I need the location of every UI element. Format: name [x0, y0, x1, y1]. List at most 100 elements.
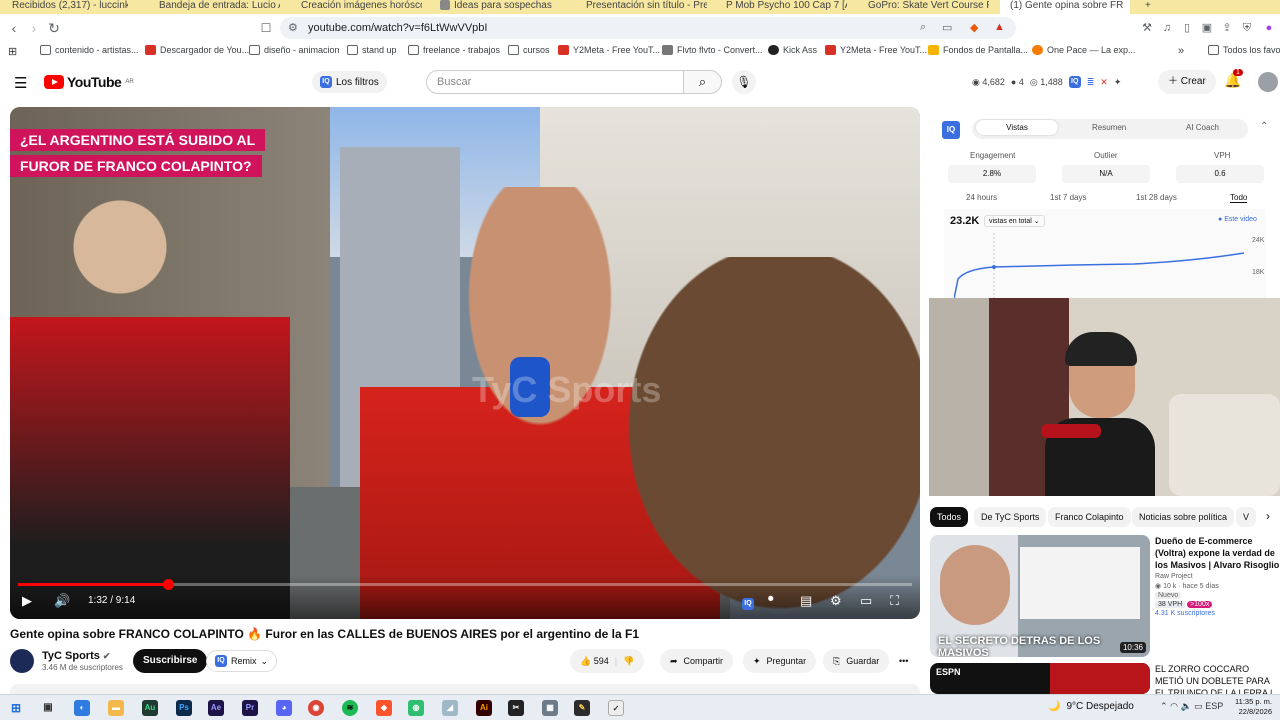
subscribe-button[interactable]: Suscribirse	[133, 649, 208, 673]
browser-tab[interactable]: Creación imágenes horóscopo	[297, 0, 422, 14]
more-bookmarks-icon[interactable]: »	[1178, 45, 1184, 57]
brave-shield-icon[interactable]: ◆	[970, 21, 978, 34]
browser-tab[interactable]: Presentación sin título - Prese	[582, 0, 707, 14]
spotify-icon[interactable]: ≋	[342, 700, 358, 716]
search-input[interactable]: Buscar	[426, 70, 684, 94]
new-tab-button[interactable]: +	[1145, 0, 1165, 14]
photoshop-icon[interactable]: Ps	[176, 700, 192, 716]
range-option-selected[interactable]: Todo	[1230, 193, 1248, 203]
vpn-icon[interactable]: ⛨	[1240, 21, 1254, 35]
recommendation-info[interactable]: EL ZORRO COCCARO METIÓ UN DOBLETE PARA E…	[1155, 663, 1280, 694]
forward-icon[interactable]: ›	[26, 20, 42, 36]
notifications-button[interactable]: 🔔 1	[1224, 69, 1243, 89]
chrome-icon[interactable]: ◉	[308, 700, 324, 716]
views-select[interactable]: vistas en total ⌄	[984, 215, 1045, 227]
autoplay-toggle[interactable]: ⏺	[768, 593, 774, 606]
play-icon[interactable]: ▶	[22, 593, 32, 609]
chevron-down-icon[interactable]: ⌄	[261, 651, 269, 671]
chip-politica[interactable]: Noticias sobre política	[1132, 507, 1235, 527]
browser-tab[interactable]: Bandeja de entrada: Lucio Ac	[155, 0, 280, 14]
video-player[interactable]: TyC Sports ¿EL ARGENTINO ESTÁ SUBIDO AL …	[10, 107, 920, 619]
task-view-icon[interactable]: ▣	[40, 700, 56, 716]
score-icon[interactable]: ✕	[1100, 77, 1108, 88]
zoom-icon[interactable]: ⌕	[920, 21, 926, 34]
collapse-icon[interactable]: ⌃	[1260, 121, 1268, 132]
recommendation-thumbnail[interactable]: ESPN	[930, 663, 1150, 694]
notes-icon[interactable]: ✎	[574, 700, 590, 716]
bookmark-item[interactable]: freelance - trabajos	[408, 45, 500, 55]
file-explorer-icon[interactable]: ▬	[108, 700, 124, 716]
calculator-icon[interactable]: ▦	[542, 700, 558, 716]
youtube-logo[interactable]: YouTube AR	[44, 74, 134, 90]
iq-icon[interactable]: IQ	[1068, 76, 1081, 88]
chip-more[interactable]: V	[1236, 507, 1257, 527]
range-option[interactable]: 1st 7 days	[1050, 193, 1086, 202]
voice-search-button[interactable]: 🎙	[732, 70, 756, 94]
create-button[interactable]: ＋ Crear	[1158, 70, 1216, 94]
bookmark-star-icon[interactable]: ☐	[258, 20, 274, 36]
avatar[interactable]	[1258, 72, 1278, 92]
tab-resumen[interactable]: Resumen	[1092, 123, 1126, 132]
recommendation-thumbnail[interactable]: EL SECRETO DETRAS DE LOS MASIVOS 10:36	[930, 535, 1150, 657]
windows-start-icon[interactable]: ⊞	[8, 700, 24, 716]
iq-icon[interactable]: IQ	[742, 598, 754, 610]
wallet-icon[interactable]: ▣	[1200, 21, 1214, 35]
audition-icon[interactable]: Au	[142, 700, 158, 716]
range-option[interactable]: 1st 28 days	[1136, 193, 1177, 202]
bookmark-item[interactable]: cursos	[508, 45, 550, 55]
media-icon[interactable]: ♫	[1160, 21, 1174, 35]
clock[interactable]: 11:35 p. m. 22/8/2026	[1222, 697, 1272, 717]
bookmark-item[interactable]: contenido - artistas...	[40, 45, 139, 55]
channel-avatar[interactable]	[10, 649, 34, 673]
remix-button[interactable]: IQ Remix ⌄	[206, 650, 278, 672]
bookmark-item[interactable]: Y2Meta - Free YouT...	[558, 45, 660, 55]
weather-app-icon[interactable]: ◐	[74, 700, 90, 716]
cast-icon[interactable]: ▭	[942, 21, 952, 34]
description-box[interactable]	[10, 684, 920, 694]
brave-rewards-icon[interactable]: ▲	[994, 21, 1005, 33]
bookmark-item[interactable]: One Pace — La exp...	[1032, 45, 1136, 55]
app-icon[interactable]: ◢	[442, 700, 458, 716]
tab-ai-coach[interactable]: AI Coach	[1186, 123, 1219, 132]
whatsapp-icon[interactable]: ◍	[408, 700, 424, 716]
share-icon[interactable]: ⇪	[1220, 21, 1234, 35]
bookmark-item[interactable]: Kick Ass	[768, 45, 817, 55]
leo-ai-icon[interactable]: ●	[1262, 21, 1276, 35]
sidebar-icon[interactable]: ▯	[1180, 21, 1194, 35]
reload-icon[interactable]: ↻	[46, 20, 62, 36]
premiere-icon[interactable]: Pr	[242, 700, 258, 716]
illustrator-icon[interactable]: Ai	[476, 700, 492, 716]
bookmark-item[interactable]: diseño - animacion	[249, 45, 340, 55]
recommendation-title[interactable]: EL ZORRO COCCARO METIÓ UN DOBLETE PARA E…	[1155, 663, 1280, 694]
settings-icon[interactable]: ⚙	[830, 593, 842, 609]
volume-icon[interactable]: 🔊	[54, 593, 70, 609]
share-button[interactable]: ➦ Compartir	[660, 649, 734, 673]
dislike-button[interactable]: 👎	[623, 649, 634, 673]
after-effects-icon[interactable]: Ae	[208, 700, 224, 716]
site-info-icon[interactable]: ⚙	[288, 21, 298, 34]
browser-tab[interactable]: Recibidos (2,317) - luccinkma	[8, 0, 128, 14]
progress-bar[interactable]	[18, 579, 912, 590]
more-actions-button[interactable]: •••	[895, 649, 913, 673]
theater-mode-icon[interactable]: ▭	[860, 593, 872, 609]
chip-colapinto[interactable]: Franco Colapinto	[1048, 507, 1131, 527]
tab-vistas[interactable]: Vistas	[976, 120, 1058, 135]
search-button[interactable]: ⌕	[684, 70, 722, 94]
chevron-right-icon[interactable]: ›	[1266, 509, 1270, 523]
recommendation-info[interactable]: Dueño de E-commerce (Voltra) expone la v…	[1155, 535, 1280, 617]
url-text[interactable]: youtube.com/watch?v=f6LtWwVVpbI	[308, 22, 487, 34]
system-tray[interactable]: ⌃ ◠ 🔈 ▭ ESP	[1160, 701, 1223, 712]
save-button[interactable]: ⎘ Guardar	[823, 649, 890, 673]
weather-widget[interactable]: 🌙 9°C Despejado	[1048, 701, 1134, 712]
browser-tab[interactable]: Ideas para sospechas	[440, 0, 565, 14]
bookmark-item[interactable]: stand up	[347, 45, 397, 55]
filters-button[interactable]: IQ Los filtros	[312, 71, 387, 93]
brave-icon[interactable]: ◆	[376, 700, 392, 716]
bookmark-item[interactable]: Flvto flvto - Convert...	[662, 45, 763, 55]
bookmark-item[interactable]: Descargador de You...	[145, 45, 249, 55]
chip-tyc[interactable]: De TyC Sports	[974, 507, 1047, 527]
subtitles-icon[interactable]: ▤	[800, 593, 812, 609]
sparkle-icon[interactable]: ✦	[1114, 77, 1122, 88]
browser-tab[interactable]: P Mob Psycho 100 Cap 7 [Ani	[722, 0, 847, 14]
fullscreen-icon[interactable]: ⛶	[890, 593, 899, 609]
